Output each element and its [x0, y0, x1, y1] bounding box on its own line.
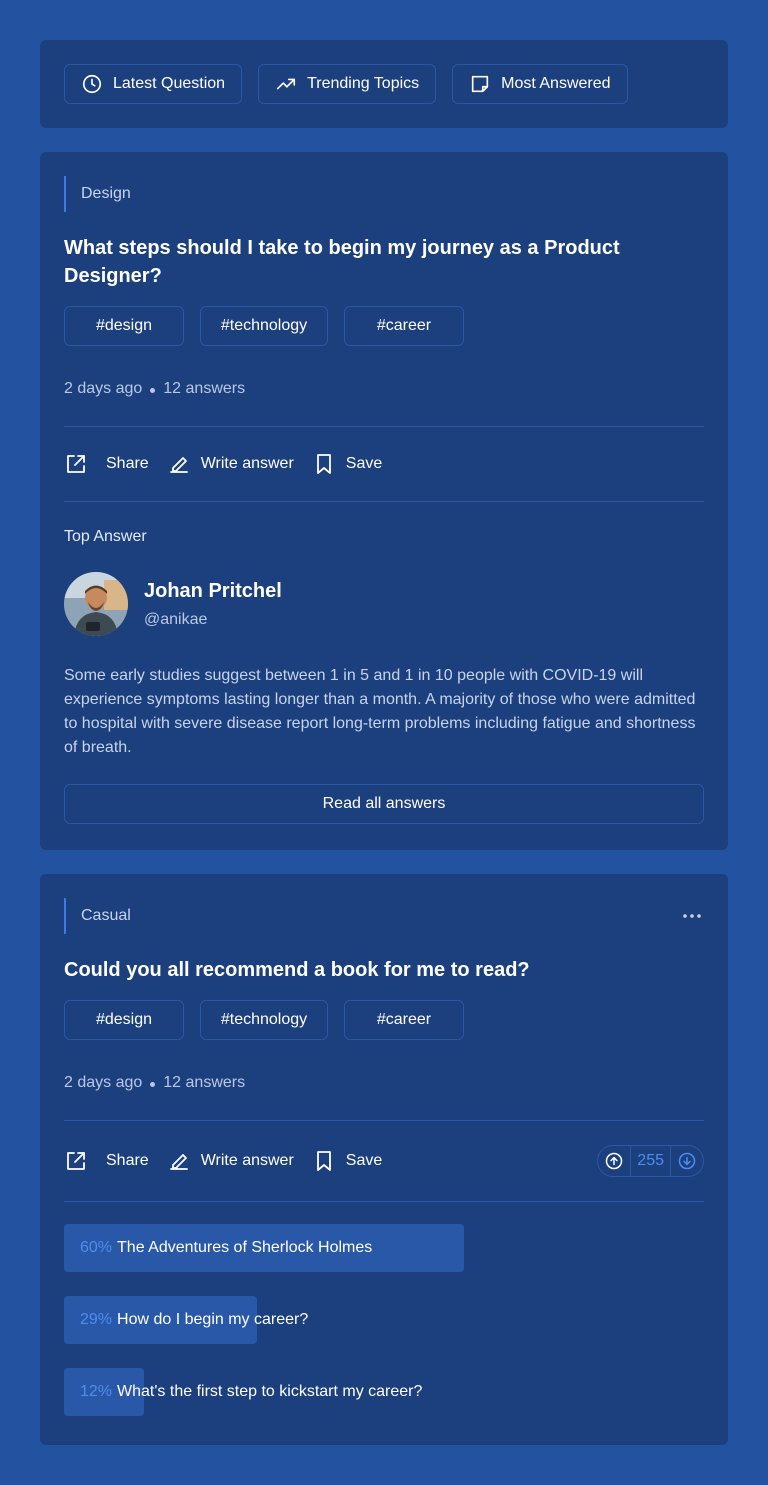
poll-percent: 12% — [80, 1383, 113, 1400]
posted-time: 2 days ago — [64, 380, 143, 397]
poll-option[interactable]: 12% What's the first step to kickstart my… — [64, 1368, 704, 1416]
tag-design[interactable]: #design — [64, 306, 184, 346]
avatar[interactable] — [64, 572, 128, 636]
trending-up-icon — [277, 78, 296, 90]
question-title[interactable]: What steps should I take to begin my jou… — [64, 234, 664, 290]
tag-technology[interactable]: #technology — [200, 306, 328, 346]
separator-dot — [150, 388, 156, 393]
poll-option-label: What's the first step to kickstart my ca… — [117, 1383, 423, 1400]
tag-technology[interactable]: #technology — [200, 1000, 328, 1040]
share-label: Share — [106, 1152, 149, 1169]
arrow-down-circle-icon — [678, 1152, 696, 1170]
answer-author: Johan Pritchel @anikae — [64, 572, 704, 636]
write-answer-button[interactable]: Write answer — [167, 1149, 294, 1173]
filter-latest-question[interactable]: Latest Question — [64, 64, 243, 104]
separator-dot — [150, 1082, 156, 1087]
clock-icon — [82, 74, 102, 94]
divider — [64, 1201, 704, 1202]
tag-list: #design #technology #career — [64, 1000, 704, 1040]
poll-percent: 60% — [80, 1239, 113, 1256]
action-bar: Share Write answer Save 255 — [64, 1121, 704, 1201]
question-meta: 2 days ago 12 answers — [64, 380, 704, 398]
author-handle: @anikae — [144, 610, 208, 628]
vote-count: 255 — [630, 1146, 671, 1176]
poll: 60% The Adventures of Sherlock Holmes 29%… — [64, 1224, 704, 1416]
read-all-answers-button[interactable]: Read all answers — [64, 784, 704, 824]
arrow-up-circle-icon — [606, 1152, 623, 1170]
question-card: Design What steps should I take to begin… — [40, 152, 728, 850]
poll-option[interactable]: 29% How do I begin my career? — [64, 1296, 704, 1344]
write-answer-button[interactable]: Write answer — [167, 452, 294, 476]
posted-time: 2 days ago — [64, 1074, 143, 1091]
tag-list: #design #technology #career — [64, 306, 704, 346]
note-icon — [471, 75, 489, 93]
save-button[interactable]: Save — [312, 452, 382, 476]
author-name[interactable]: Johan Pritchel — [144, 580, 282, 603]
category-label: Design — [64, 176, 704, 212]
top-answer-label: Top Answer — [64, 528, 147, 545]
question-title[interactable]: Could you all recommend a book for me to… — [64, 956, 664, 984]
poll-percent: 29% — [80, 1311, 113, 1328]
share-icon — [67, 455, 85, 473]
answer-count: 12 answers — [163, 1074, 246, 1091]
question-card: Casual Could you all recommend a book fo… — [40, 874, 728, 1445]
vote-control: 255 — [597, 1145, 704, 1177]
downvote-button[interactable] — [671, 1146, 703, 1176]
pencil-icon — [169, 1154, 188, 1170]
share-label: Share — [106, 455, 149, 472]
tag-career[interactable]: #career — [344, 1000, 464, 1040]
filter-label: Most Answered — [501, 75, 611, 92]
tag-career[interactable]: #career — [344, 306, 464, 346]
write-answer-label: Write answer — [200, 455, 294, 472]
action-bar: Share Write answer Save — [64, 427, 704, 501]
answer-text: Some early studies suggest between 1 in … — [64, 667, 696, 756]
bookmark-icon — [316, 454, 331, 474]
poll-option[interactable]: 60% The Adventures of Sherlock Holmes — [64, 1224, 704, 1272]
filter-label: Latest Question — [113, 75, 226, 92]
answer-count: 12 answers — [163, 380, 246, 397]
save-label: Save — [345, 1152, 383, 1169]
more-options-icon[interactable] — [680, 904, 704, 928]
filter-most-answered[interactable]: Most Answered — [452, 64, 628, 104]
poll-option-label: How do I begin my career? — [117, 1311, 309, 1328]
save-label: Save — [345, 455, 383, 472]
category-label: Casual — [64, 898, 131, 934]
question-meta: 2 days ago 12 answers — [64, 1074, 704, 1092]
filter-bar: Latest Question Trending Topics Most Ans… — [40, 40, 728, 128]
divider — [64, 501, 704, 502]
share-icon — [67, 1152, 85, 1170]
pencil-icon — [169, 457, 188, 473]
filter-trending-topics[interactable]: Trending Topics — [258, 64, 437, 104]
tag-design[interactable]: #design — [64, 1000, 184, 1040]
save-button[interactable]: Save — [312, 1149, 382, 1173]
filter-label: Trending Topics — [307, 75, 420, 92]
share-button[interactable]: Share — [64, 452, 149, 476]
upvote-button[interactable] — [598, 1146, 630, 1176]
share-button[interactable]: Share — [64, 1149, 149, 1173]
write-answer-label: Write answer — [200, 1152, 294, 1169]
bookmark-icon — [316, 1151, 331, 1171]
poll-option-label: The Adventures of Sherlock Holmes — [117, 1239, 373, 1256]
